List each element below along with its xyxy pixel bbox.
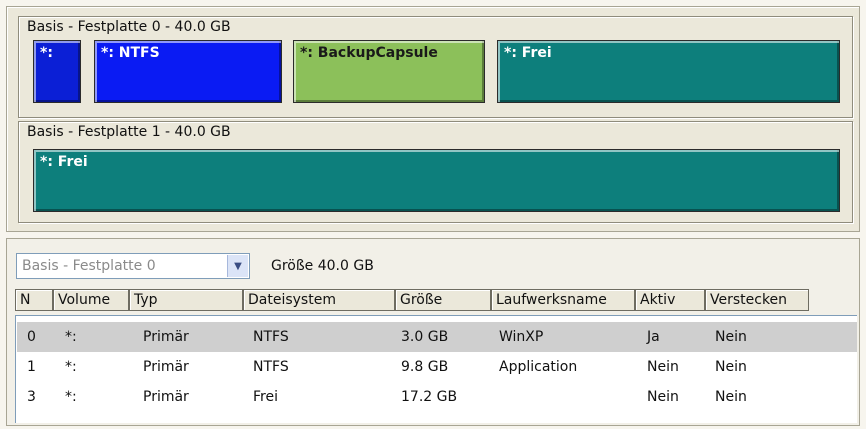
column-header-typ[interactable]: Typ — [129, 289, 243, 311]
cell-verstecken: Nein — [715, 389, 747, 405]
partition-table: 0 *: Primär NTFS 3.0 GB WinXP Ja Nein 1 … — [15, 315, 857, 423]
table-row[interactable]: 3 *: Primär Frei 17.2 GB Nein Nein — [17, 382, 857, 412]
disk-0-partition-ntfs[interactable]: *: NTFS — [94, 40, 282, 103]
disk-select[interactable]: Basis - Festplatte 0 ▼ — [16, 253, 250, 279]
partition-label: *: Frei — [40, 154, 88, 170]
cell-n: 0 — [27, 329, 36, 345]
cell-n: 3 — [27, 389, 36, 405]
cell-verstecken: Nein — [715, 329, 747, 345]
cell-dateisystem: NTFS — [253, 359, 289, 375]
table-header: N Volume Typ Dateisystem Größe Laufwerks… — [15, 289, 855, 311]
partition-details-panel: Basis - Festplatte 0 ▼ Größe 40.0 GB N V… — [6, 238, 860, 426]
column-header-groesse[interactable]: Größe — [395, 289, 491, 311]
cell-typ: Primär — [143, 359, 189, 375]
column-header-verstecken[interactable]: Verstecken — [705, 289, 809, 311]
column-header-volume[interactable]: Volume — [53, 289, 129, 311]
disk-1-title: Basis - Festplatte 1 - 40.0 GB — [27, 124, 231, 140]
cell-groesse: 17.2 GB — [401, 389, 458, 405]
disk-0-partition-frei[interactable]: *: Frei — [497, 40, 840, 103]
cell-verstecken: Nein — [715, 359, 747, 375]
disk-0-partition-unlabeled[interactable]: *: — [33, 40, 81, 103]
cell-dateisystem: NTFS — [253, 329, 289, 345]
cell-groesse: 9.8 GB — [401, 359, 449, 375]
partition-label: *: BackupCapsule — [300, 45, 438, 61]
cell-typ: Primär — [143, 389, 189, 405]
disk-map-panel: Basis - Festplatte 0 - 40.0 GB *: *: NTF… — [6, 6, 860, 232]
column-header-aktiv[interactable]: Aktiv — [635, 289, 705, 311]
cell-aktiv: Ja — [647, 329, 660, 345]
disk-0-title: Basis - Festplatte 0 - 40.0 GB — [27, 19, 231, 35]
disk-1-box: Basis - Festplatte 1 - 40.0 GB *: Frei — [18, 121, 853, 223]
disk-1-partition-frei[interactable]: *: Frei — [33, 149, 840, 212]
column-header-laufwerksname[interactable]: Laufwerksname — [491, 289, 635, 311]
disk-size-label: Größe 40.0 GB — [271, 258, 374, 274]
table-row[interactable]: 1 *: Primär NTFS 9.8 GB Application Nein… — [17, 352, 857, 382]
partition-label: *: Frei — [504, 45, 552, 61]
cell-laufwerksname: Application — [499, 359, 578, 375]
table-row[interactable]: 0 *: Primär NTFS 3.0 GB WinXP Ja Nein — [17, 322, 857, 352]
cell-volume: *: — [65, 389, 77, 405]
partition-label: *: — [40, 45, 53, 61]
cell-typ: Primär — [143, 329, 189, 345]
cell-laufwerksname: WinXP — [499, 329, 544, 345]
cell-aktiv: Nein — [647, 359, 679, 375]
partition-label: *: NTFS — [101, 45, 160, 61]
cell-aktiv: Nein — [647, 389, 679, 405]
chevron-down-icon[interactable]: ▼ — [227, 255, 248, 277]
cell-n: 1 — [27, 359, 36, 375]
cell-dateisystem: Frei — [253, 389, 278, 405]
column-header-dateisystem[interactable]: Dateisystem — [243, 289, 395, 311]
cell-groesse: 3.0 GB — [401, 329, 449, 345]
disk-select-value: Basis - Festplatte 0 — [22, 258, 156, 274]
disk-0-partition-backupcapsule[interactable]: *: BackupCapsule — [293, 40, 485, 103]
cell-volume: *: — [65, 359, 77, 375]
disk-0-box: Basis - Festplatte 0 - 40.0 GB *: *: NTF… — [18, 16, 853, 118]
column-header-n[interactable]: N — [15, 289, 53, 311]
cell-volume: *: — [65, 329, 77, 345]
